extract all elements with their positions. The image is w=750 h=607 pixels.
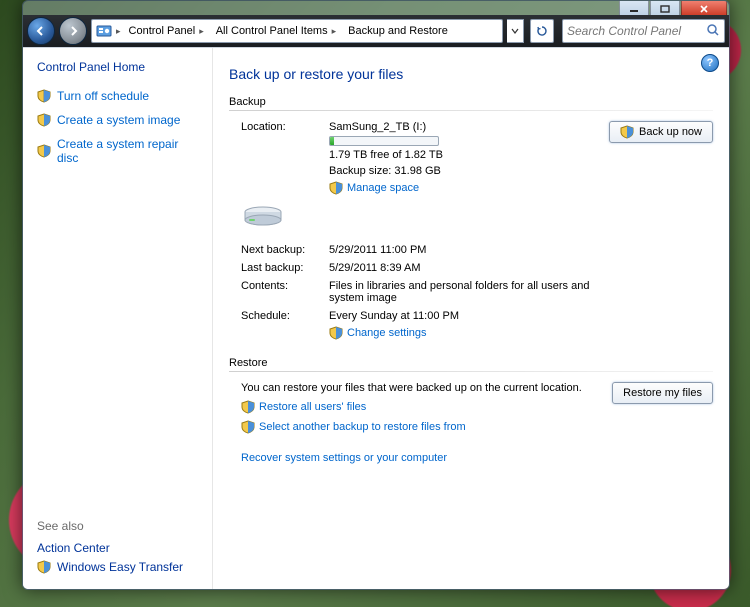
shield-icon — [37, 89, 51, 103]
window-titlebar — [23, 1, 729, 15]
shield-icon — [329, 326, 343, 340]
backup-section-label: Backup — [229, 96, 713, 108]
sidebar-home-link[interactable]: Control Panel Home — [37, 60, 202, 74]
breadcrumb-control-panel[interactable]: Control Panel▸ — [123, 20, 210, 42]
see-also-windows-easy-transfer[interactable]: Windows Easy Transfer — [37, 560, 202, 574]
restore-all-users-link[interactable]: Restore all users' files — [241, 400, 602, 414]
client-area: Control Panel Home Turn off schedule Cre… — [23, 47, 729, 589]
link-label: Restore all users' files — [259, 401, 366, 413]
sidebar-item-create-system-image[interactable]: Create a system image — [37, 113, 202, 127]
link-label: Manage space — [347, 182, 419, 194]
see-also-action-center[interactable]: Action Center — [37, 541, 202, 555]
contents-label: Contents: — [241, 280, 329, 292]
shield-icon — [241, 420, 255, 434]
breadcrumb-all-items[interactable]: All Control Panel Items▸ — [210, 20, 342, 42]
schedule-label: Schedule: — [241, 310, 329, 322]
divider — [229, 110, 713, 111]
button-label: Back up now — [639, 126, 702, 138]
see-also-item-label: Windows Easy Transfer — [57, 560, 183, 574]
search-icon — [706, 23, 720, 40]
shield-icon — [241, 400, 255, 414]
see-also-item-label: Action Center — [37, 541, 110, 555]
restore-section-label: Restore — [229, 357, 713, 369]
breadcrumb-backup-restore[interactable]: Backup and Restore — [342, 20, 454, 42]
shield-icon — [37, 113, 51, 127]
shield-icon — [620, 125, 634, 139]
link-label: Select another backup to restore files f… — [259, 421, 466, 433]
recover-system-link[interactable]: Recover system settings or your computer — [241, 452, 447, 464]
sidebar-item-label: Create a system repair disc — [57, 137, 202, 165]
select-another-backup-link[interactable]: Select another backup to restore files f… — [241, 420, 602, 434]
breadcrumb-label: Backup and Restore — [348, 25, 448, 37]
breadcrumb-root-icon[interactable]: ▸ — [92, 20, 123, 42]
control-panel-window: ▸ Control Panel▸ All Control Panel Items… — [22, 0, 730, 590]
backup-size-text: Backup size: 31.98 GB — [329, 165, 597, 177]
forward-button[interactable] — [59, 17, 87, 45]
link-label: Change settings — [347, 327, 427, 339]
divider — [229, 371, 713, 372]
sidebar-item-label: Create a system image — [57, 113, 180, 127]
manage-space-link[interactable]: Manage space — [329, 181, 419, 195]
change-settings-link[interactable]: Change settings — [329, 326, 427, 340]
location-label: Location: — [241, 121, 329, 133]
refresh-button[interactable] — [530, 19, 554, 43]
breadcrumb[interactable]: ▸ Control Panel▸ All Control Panel Items… — [91, 19, 503, 43]
sidebar-item-create-repair-disc[interactable]: Create a system repair disc — [37, 137, 202, 165]
navigation-bar: ▸ Control Panel▸ All Control Panel Items… — [23, 15, 729, 47]
search-input[interactable]: Search Control Panel — [562, 19, 725, 43]
sidebar-item-label: Turn off schedule — [57, 89, 149, 103]
next-backup-value: 5/29/2011 11:00 PM — [329, 244, 597, 256]
breadcrumb-label: Control Panel — [129, 25, 196, 37]
button-label: Restore my files — [623, 387, 702, 399]
hard-drive-icon — [241, 204, 285, 230]
schedule-value: Every Sunday at 11:00 PM — [329, 310, 597, 322]
breadcrumb-label: All Control Panel Items — [216, 25, 328, 37]
restore-my-files-button[interactable]: Restore my files — [612, 382, 713, 404]
shield-icon — [37, 560, 51, 574]
help-icon[interactable]: ? — [701, 54, 719, 72]
search-placeholder: Search Control Panel — [567, 24, 681, 38]
shield-icon — [329, 181, 343, 195]
sidebar-item-turn-off-schedule[interactable]: Turn off schedule — [37, 89, 202, 103]
free-space-text: 1.79 TB free of 1.82 TB — [329, 149, 597, 161]
back-up-now-button[interactable]: Back up now — [609, 121, 713, 143]
page-title: Back up or restore your files — [229, 66, 713, 82]
back-button[interactable] — [27, 17, 55, 45]
content-pane: ? Back up or restore your files Backup L… — [213, 48, 729, 589]
next-backup-label: Next backup: — [241, 244, 329, 256]
last-backup-value: 5/29/2011 8:39 AM — [329, 262, 597, 274]
breadcrumb-dropdown[interactable] — [507, 19, 524, 43]
location-value: SamSung_2_TB (I:) — [329, 121, 597, 133]
last-backup-label: Last backup: — [241, 262, 329, 274]
restore-description: You can restore your files that were bac… — [241, 382, 602, 394]
shield-icon — [37, 144, 51, 158]
sidebar: Control Panel Home Turn off schedule Cre… — [23, 48, 213, 589]
contents-value: Files in libraries and personal folders … — [329, 280, 597, 304]
see-also-label: See also — [37, 519, 202, 533]
disk-space-bar — [329, 136, 439, 146]
